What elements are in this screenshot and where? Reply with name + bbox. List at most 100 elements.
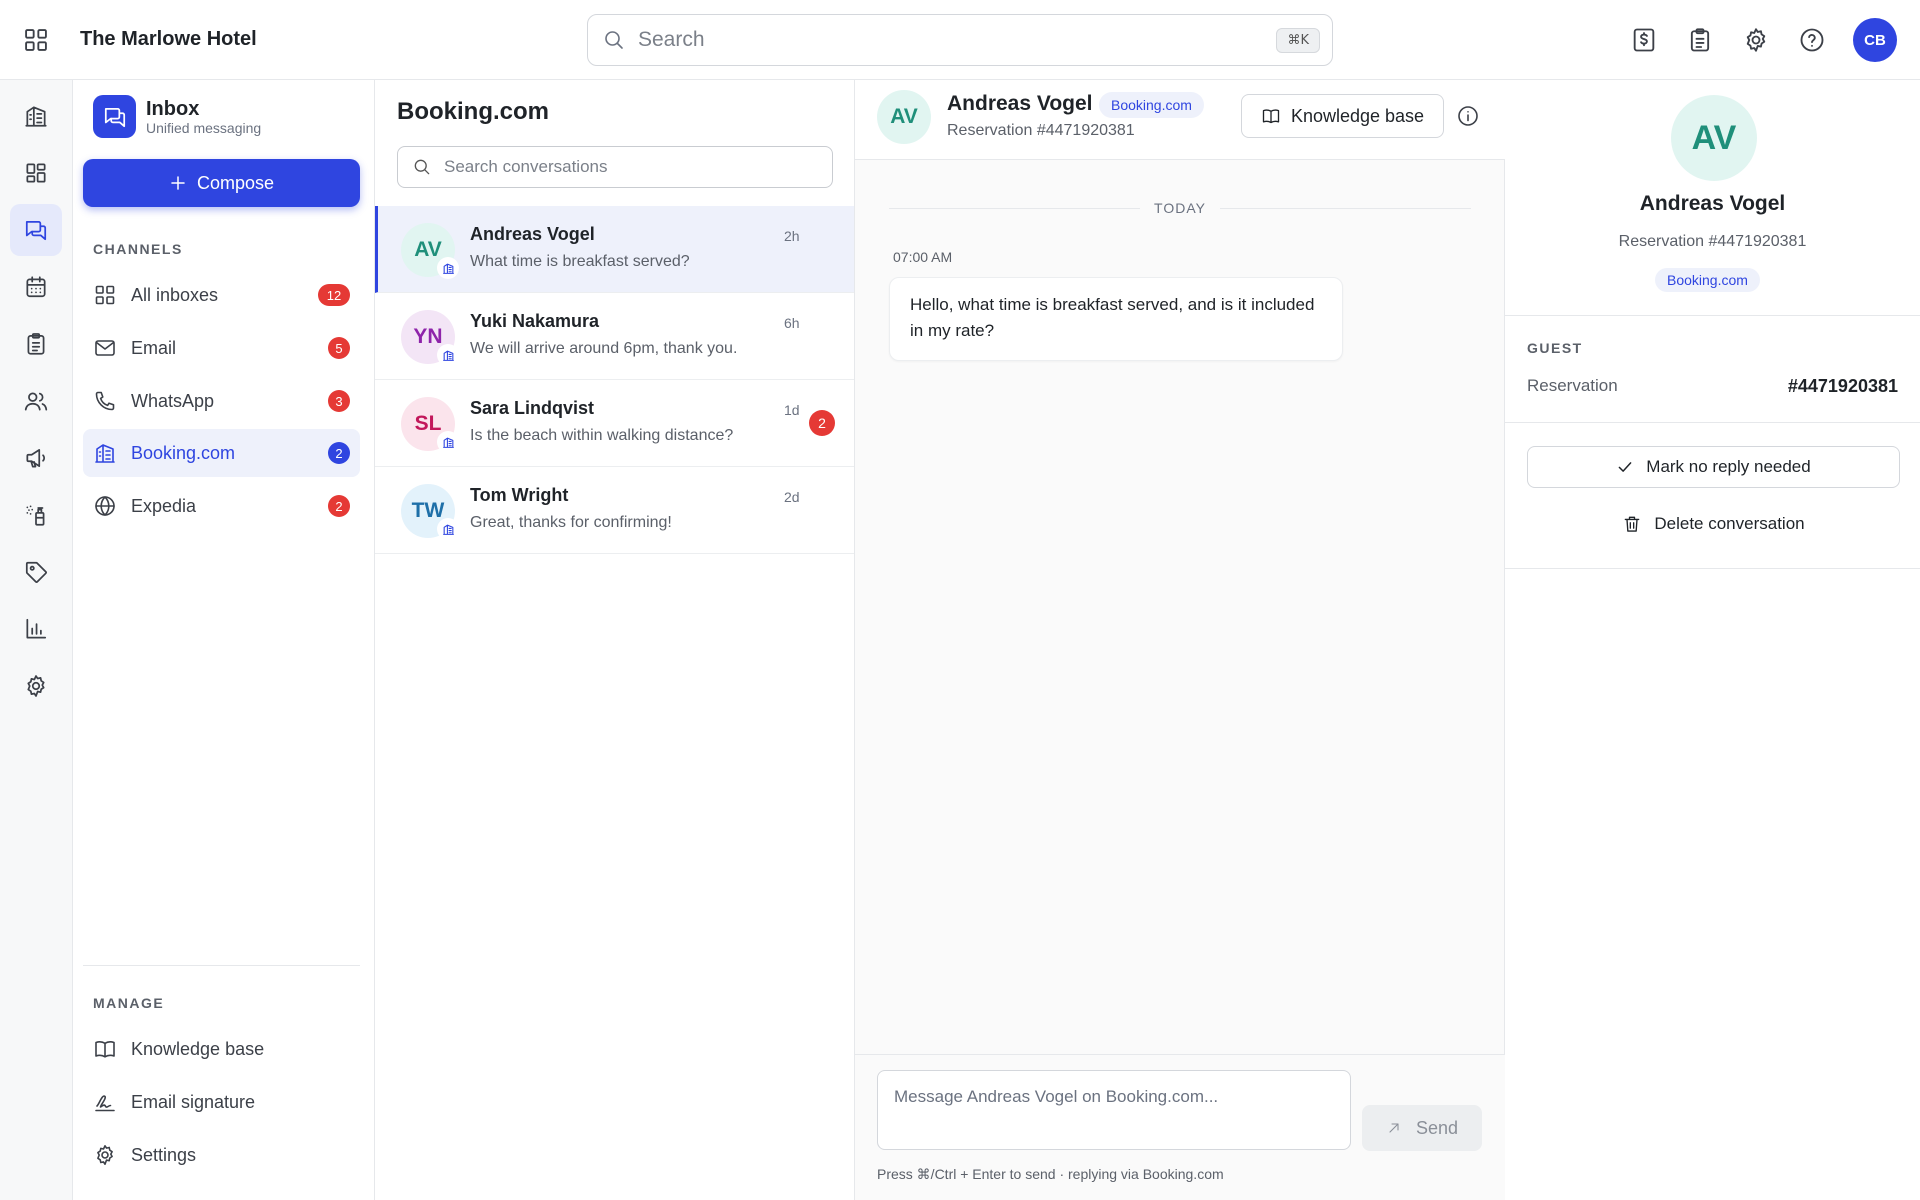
conversation-time: 1d [784,402,800,418]
channel-all-inboxes[interactable]: All inboxes 12 [83,271,360,319]
hotel-name: The Marlowe Hotel [80,28,257,50]
icon-rail [0,80,73,1200]
book-icon [93,1037,117,1061]
avatar-initials: TW [411,499,445,522]
conversation-avatar: AV [401,223,459,279]
channel-label: Expedia [131,495,197,516]
knowledge-base-button[interactable]: Knowledge base [1241,94,1444,138]
rail-building-icon[interactable] [10,90,62,142]
rail-messages-icon[interactable] [10,204,62,256]
rail-dashboard-icon[interactable] [10,147,62,199]
rail-clipboard-icon[interactable] [10,318,62,370]
channel-label: Booking.com [131,442,236,463]
reservation-value: #4471920381 [1787,376,1898,396]
manage-email-signature[interactable]: Email signature [83,1078,360,1126]
conversation-search[interactable] [397,146,833,188]
booking-channel-icon [437,518,459,540]
mark-no-reply-button[interactable]: Mark no reply needed [1527,446,1900,488]
channel-count-badge: 12 [318,284,350,306]
conversation-row[interactable]: YN Yuki Nakamura We will arrive around 6pm… [375,293,854,380]
rail-users-icon[interactable] [10,375,62,427]
manage-label-text: Knowledge base [131,1038,265,1059]
guest-section-label: GUEST [1527,340,1583,356]
gear-icon [93,1143,117,1167]
message-bubble: Hello, what time is breakfast served, an… [889,277,1343,361]
book-icon [1262,109,1280,124]
manage-label: MANAGE [93,995,165,1011]
guest-name: Andreas Vogel [1639,192,1786,215]
inbox-header: Inbox Unified messaging [93,95,261,138]
signature-icon [93,1090,117,1114]
chat-reservation: Reservation #4471920381 [947,122,1135,139]
conversation-avatar: YN [401,310,459,366]
composer-hint: Press ⌘/Ctrl + Enter to send · replying … [877,1166,1224,1182]
details-divider [1505,422,1920,423]
channel-label: WhatsApp [131,390,215,411]
guest-channel-chip: Booking.com [1655,268,1760,292]
channels-label: CHANNELS [93,241,183,257]
conversation-preview: Is the beach within walking distance? [470,427,734,444]
manage-settings[interactable]: Settings [83,1131,360,1179]
conversation-name: Tom Wright [470,485,569,505]
send-button[interactable]: Send [1362,1105,1482,1151]
conversation-name: Yuki Nakamura [470,311,600,331]
conversation-time: 6h [784,315,800,331]
send-arrow-icon [1389,1123,1399,1133]
help-icon[interactable] [1798,26,1826,54]
manage-label-text: Settings [131,1144,197,1165]
rail-tag-icon[interactable] [10,546,62,598]
gear-icon[interactable] [1742,26,1770,54]
chat-header: AV Andreas Vogel Booking.com Reservation… [855,80,1505,160]
conversation-preview: Great, thanks for confirming! [470,514,672,531]
send-label: Send [1415,1117,1459,1138]
shortcut-hint: ⌘K [1276,27,1320,53]
channel-expedia[interactable]: Expedia 2 [83,482,360,530]
conversation-name: Sara Lindqvist [470,398,595,418]
global-search-input[interactable] [638,28,1277,52]
compose-button[interactable]: Compose [83,159,360,207]
conversation-avatar: TW [401,484,459,540]
conversation-time: 2h [784,228,800,244]
billing-icon[interactable] [1630,26,1658,54]
manage-knowledge-base[interactable]: Knowledge base [83,1025,360,1073]
conversation-preview: We will arrive around 6pm, thank you. [470,340,738,357]
clipboard-icon[interactable] [1686,26,1714,54]
conversation-row[interactable]: AV Andreas Vogel What time is breakfast se… [375,206,854,293]
message-input[interactable] [877,1070,1351,1150]
rail-settings-icon[interactable] [10,660,62,712]
chat-guest-name: Andreas Vogel [947,92,1093,115]
sidebar-divider [83,965,360,966]
channel-label: Email [131,337,177,358]
channel-count-badge: 3 [328,390,350,412]
reservation-key: Reservation [1527,376,1618,395]
day-label: TODAY [855,200,1505,216]
user-avatar[interactable]: CB [1853,18,1897,62]
delete-conversation-button[interactable]: Delete conversation [1527,503,1900,545]
rail-cleaning-icon[interactable] [10,489,62,541]
global-search[interactable]: ⌘K [587,14,1333,66]
conversation-search-input[interactable] [444,157,818,177]
channel-whatsapp[interactable]: WhatsApp 3 [83,377,360,425]
delete-conversation-label: Delete conversation [1654,514,1805,533]
conversation-preview: What time is breakfast served? [470,253,690,270]
check-icon [1618,462,1632,472]
inbox-title: Inbox [146,97,200,120]
channel-email[interactable]: Email 5 [83,324,360,372]
channel-booking[interactable]: Booking.com 2 [83,429,360,477]
app-grid-icon[interactable] [22,26,50,54]
inbox-subtitle: Unified messaging [146,119,262,136]
rail-chart-icon[interactable] [10,603,62,655]
guest-details-panel: AV Andreas Vogel Reservation #4471920381… [1505,80,1920,1200]
conversation-list: Booking.com AV Andreas Vogel What time is … [375,80,855,1200]
rail-megaphone-icon[interactable] [10,432,62,484]
info-icon[interactable] [1456,104,1480,128]
channel-count-badge: 2 [328,495,350,517]
avatar-initials: YN [413,325,443,348]
conversation-row[interactable]: TW Tom Wright Great, thanks for confirming… [375,467,854,554]
rail-calendar-icon[interactable] [10,261,62,313]
phone-icon [93,389,117,413]
trash-icon [1625,516,1640,532]
conversation-list-title: Booking.com [397,98,550,125]
avatar-initials: AV [414,238,442,261]
conversation-row[interactable]: SL Sara Lindqvist Is the beach within walk… [375,380,854,467]
